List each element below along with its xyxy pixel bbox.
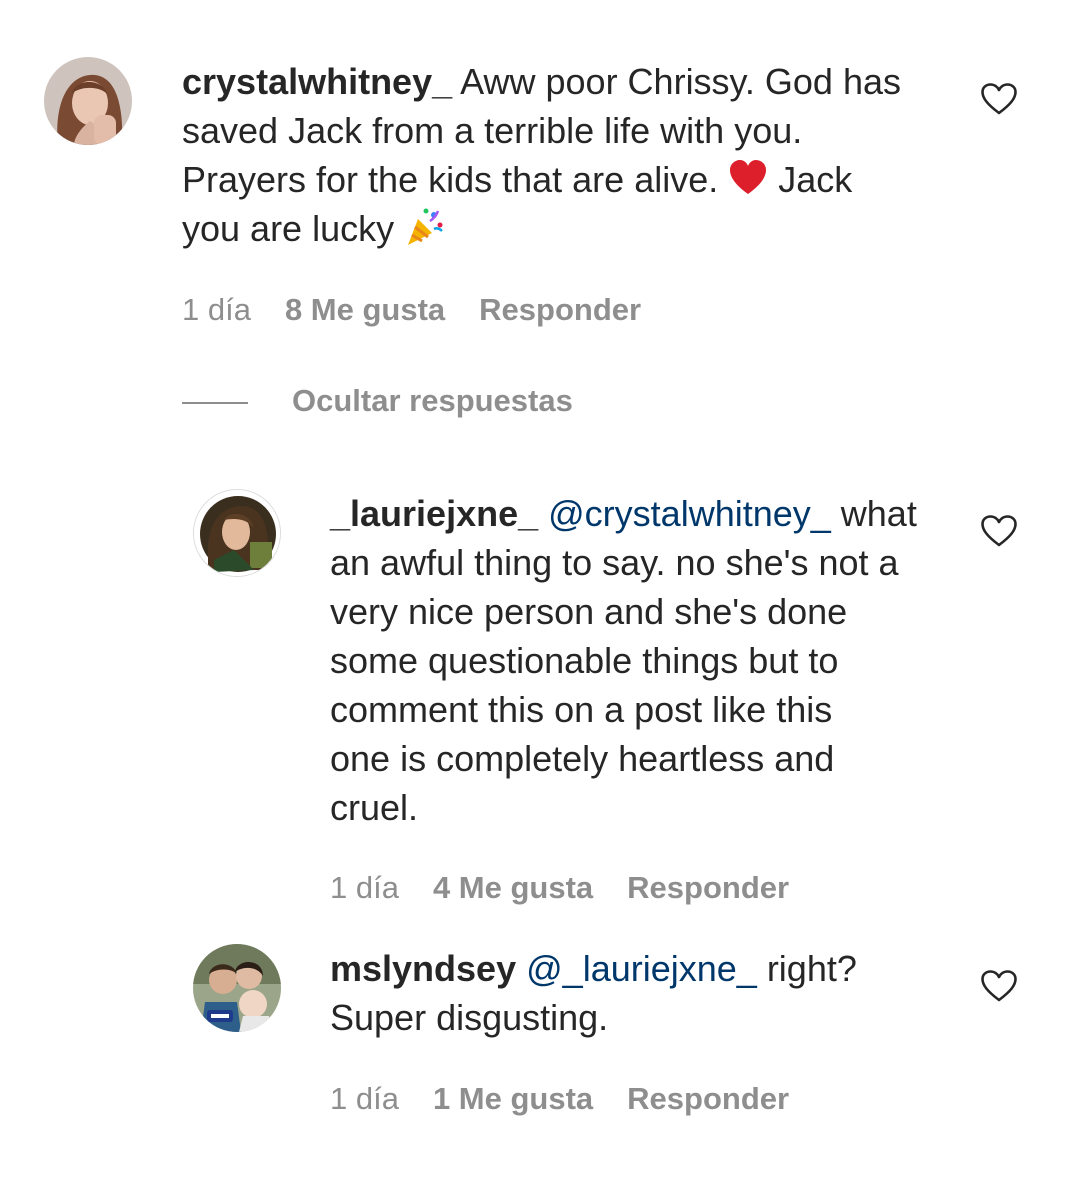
mention-link[interactable]: @_lauriejxne_ bbox=[526, 948, 757, 989]
divider-line bbox=[182, 402, 248, 404]
comment-username[interactable]: _lauriejxne_ bbox=[330, 493, 538, 534]
like-heart-icon[interactable] bbox=[980, 514, 1018, 548]
like-count[interactable]: 1 Me gusta bbox=[433, 1081, 593, 1116]
like-heart-icon[interactable] bbox=[980, 82, 1018, 116]
comment-meta: 1 día 8 Me gusta Responder bbox=[182, 292, 675, 328]
comment-meta: 1 día 1 Me gusta Responder bbox=[330, 1081, 823, 1117]
avatar[interactable] bbox=[44, 57, 132, 145]
reply-button[interactable]: Responder bbox=[627, 870, 789, 905]
comment-text: crystalwhitney_ Aww poor Chrissy. God ha… bbox=[182, 61, 901, 249]
comment-text: mslyndsey @_lauriejxne_ right? Super dis… bbox=[330, 948, 857, 1038]
like-count[interactable]: 4 Me gusta bbox=[433, 870, 593, 905]
red-heart-emoji bbox=[728, 158, 768, 198]
comment-username[interactable]: crystalwhitney_ bbox=[182, 61, 452, 102]
like-count[interactable]: 8 Me gusta bbox=[285, 292, 445, 327]
comment-time: 1 día bbox=[330, 870, 399, 905]
comment-text: _lauriejxne_ @crystalwhitney_ what an aw… bbox=[330, 493, 917, 828]
hide-replies-label[interactable]: Ocultar respuestas bbox=[292, 383, 573, 419]
like-heart-icon[interactable] bbox=[980, 969, 1018, 1003]
reply-button[interactable]: Responder bbox=[627, 1081, 789, 1116]
comment-username[interactable]: mslyndsey bbox=[330, 948, 516, 989]
party-popper-emoji bbox=[404, 207, 444, 247]
comment-time: 1 día bbox=[182, 292, 251, 327]
comment-meta: 1 día 4 Me gusta Responder bbox=[330, 870, 823, 906]
mention-link[interactable]: @crystalwhitney_ bbox=[548, 493, 831, 534]
reply-button[interactable]: Responder bbox=[479, 292, 641, 327]
avatar[interactable] bbox=[193, 489, 281, 577]
avatar[interactable] bbox=[193, 944, 281, 1032]
comment-time: 1 día bbox=[330, 1081, 399, 1116]
